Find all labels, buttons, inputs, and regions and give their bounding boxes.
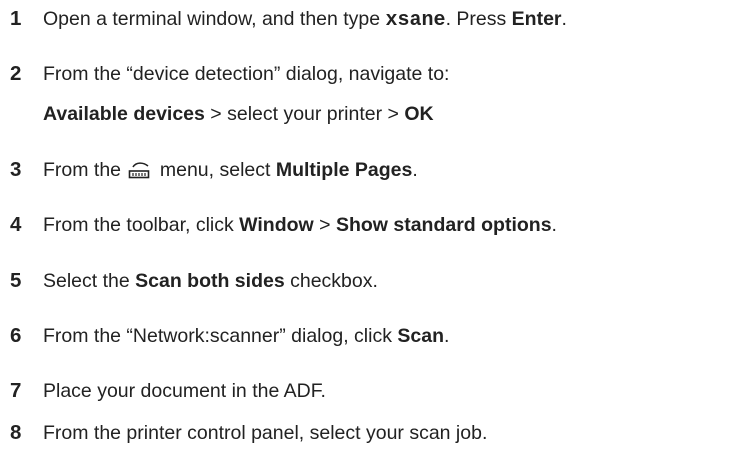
step-text: From the toolbar, click Window > Show st… [43, 212, 557, 238]
step-text-segment: . [443, 325, 450, 347]
step-text: From the “Network:scanner” dialog, click… [43, 323, 449, 349]
step-text: Open a terminal window, and then type xs… [43, 6, 567, 34]
step-number: 7 [10, 379, 22, 402]
step-text-segment: From the [43, 159, 127, 181]
step-text: Place your document in the ADF. [43, 380, 326, 402]
step-text: From the printer control panel, select y… [43, 422, 488, 444]
menu-item-name: Multiple Pages [275, 159, 413, 181]
step-text-segment: From the toolbar, click [43, 214, 240, 236]
step-text-segment: . Press [445, 8, 512, 30]
instruction-steps: 1 Open a terminal window, and then type … [0, 0, 744, 451]
step-number: 6 [10, 324, 22, 347]
step-number: 8 [10, 421, 22, 444]
step-text: From the “device detection” dialog, navi… [43, 63, 450, 85]
step-text-segment: . [551, 214, 557, 236]
step-text-segment: Open a terminal window, and then type [43, 8, 386, 30]
step-text-segment: . [412, 159, 418, 181]
key-name: Enter [511, 8, 562, 30]
menu-path-item: OK [404, 103, 434, 125]
step-number: 2 [10, 62, 22, 85]
step-text: From the menu, select Multiple Pages. [43, 157, 418, 183]
step-text-segment: > [313, 214, 336, 236]
menu-path-item: Available devices [43, 103, 205, 125]
step-number: 3 [10, 158, 22, 181]
option-name: Scan both sides [135, 270, 285, 292]
step-text-segment: From the “Network:scanner” dialog, click [43, 325, 398, 347]
step-text: Select the Scan both sides checkbox. [43, 268, 378, 294]
button-name: Scan [397, 325, 444, 347]
menu-path-item: Window [239, 214, 314, 236]
step-text-continuation: Available devices > select your printer … [43, 101, 434, 127]
step-number: 4 [10, 213, 22, 236]
step-text-segment: > select your printer > [204, 103, 405, 125]
command-text: xsane [385, 9, 446, 32]
step-number: 5 [10, 269, 22, 292]
menu-path-item: Show standard options [335, 214, 552, 236]
scanner-icon [129, 162, 150, 179]
step-text-segment: Select the [43, 270, 136, 292]
step-text-segment: . [561, 8, 567, 30]
step-text-segment: menu, select [154, 159, 276, 181]
step-number: 1 [10, 7, 22, 30]
step-text-segment: checkbox. [284, 270, 378, 292]
